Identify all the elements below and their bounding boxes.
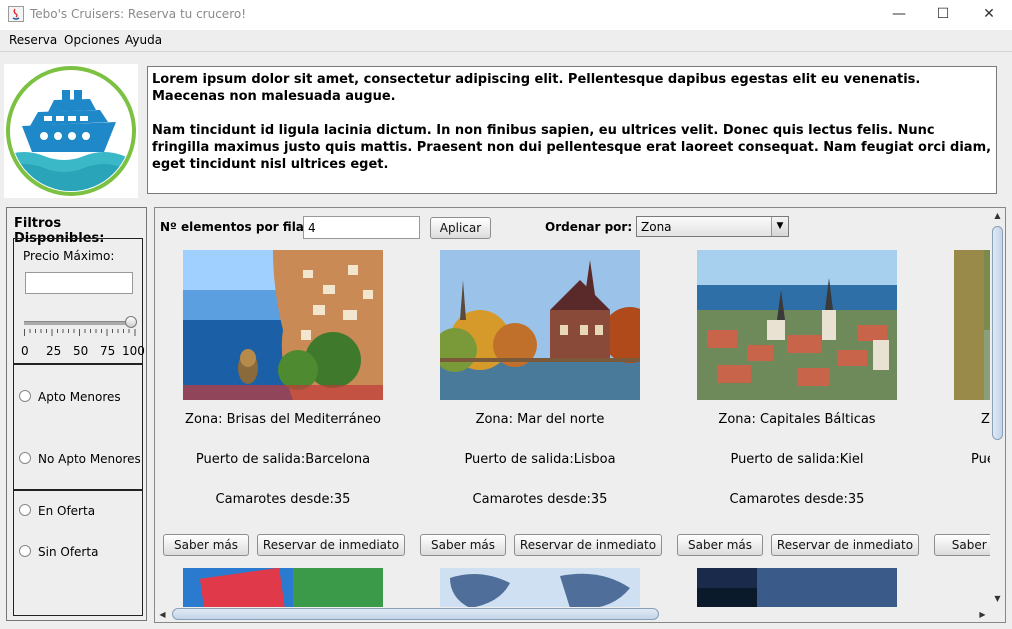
menu-reserva[interactable]: Reserva bbox=[9, 33, 57, 47]
card-cabins: Camarotes desde:35 bbox=[729, 492, 865, 507]
scroll-down-icon[interactable]: ▼ bbox=[990, 591, 1005, 606]
apto-menores-radio[interactable] bbox=[19, 390, 31, 402]
learn-more-button[interactable]: Saber más bbox=[677, 534, 763, 556]
scroll-left-icon[interactable]: ◀ bbox=[155, 607, 170, 622]
per-row-input[interactable] bbox=[303, 216, 420, 239]
card-port: Puerto de salida:Kiel bbox=[730, 452, 864, 467]
cruise-photo-mar-del-norte[interactable] bbox=[440, 250, 640, 400]
card-cabins: Camarotes desde:35 bbox=[215, 492, 351, 507]
sin-oferta-radio[interactable] bbox=[19, 545, 31, 557]
apply-button[interactable]: Aplicar bbox=[430, 217, 491, 239]
vertical-scroll-thumb[interactable] bbox=[992, 226, 1003, 440]
sort-selected-value: Zona bbox=[641, 220, 672, 234]
book-now-button[interactable]: Reservar de inmediato bbox=[257, 534, 405, 556]
title-bar: Tebo's Cruisers: Reserva tu crucero! — ☐… bbox=[0, 0, 1012, 30]
sin-oferta-label[interactable]: Sin Oferta bbox=[38, 545, 98, 559]
scroll-up-icon[interactable]: ▲ bbox=[990, 208, 1005, 223]
age-filter-box: Apto Menores No Apto Menores bbox=[13, 364, 143, 490]
apto-menores-label[interactable]: Apto Menores bbox=[38, 390, 121, 404]
slider-label-75: 75 bbox=[100, 344, 116, 358]
menu-opciones[interactable]: Opciones bbox=[64, 33, 120, 47]
price-slider-thumb[interactable] bbox=[125, 316, 137, 328]
slider-label-100: 100 bbox=[122, 344, 145, 358]
cruise-catalog-panel: Nº elementos por fila Aplicar Ordenar po… bbox=[154, 207, 1006, 623]
book-now-button[interactable]: Reservar de inmediato bbox=[514, 534, 662, 556]
cruise-photo-capitales-balticas[interactable] bbox=[697, 250, 897, 400]
no-apto-menores-radio[interactable] bbox=[19, 452, 31, 464]
description-paragraph-2: Nam tincidunt id ligula lacinia dictum. … bbox=[152, 123, 992, 172]
scroll-right-icon[interactable]: ▶ bbox=[975, 607, 990, 622]
horizontal-scrollbar[interactable]: ◀ ▶ bbox=[155, 607, 990, 622]
window-title: Tebo's Cruisers: Reserva tu crucero! bbox=[30, 7, 247, 21]
en-oferta-radio[interactable] bbox=[19, 504, 31, 516]
price-label: Precio Máximo: bbox=[23, 249, 115, 263]
card-port: Puerto de salida:Lisboa bbox=[464, 452, 616, 467]
menu-bar: Reserva Opciones Ayuda bbox=[0, 30, 1012, 52]
cruise-ship-logo-icon bbox=[6, 66, 136, 196]
maximize-button[interactable]: ☐ bbox=[920, 0, 966, 30]
no-apto-menores-label[interactable]: No Apto Menores bbox=[38, 452, 141, 466]
card-zone: Zona: Mar del norte bbox=[475, 412, 605, 427]
slider-label-50: 50 bbox=[73, 344, 89, 358]
sort-dropdown[interactable]: Zona ▼ bbox=[636, 216, 789, 237]
description-paragraph-1: Lorem ipsum dolor sit amet, consectetur … bbox=[152, 72, 921, 104]
horizontal-scroll-thumb[interactable] bbox=[172, 608, 659, 620]
description-text-area[interactable]: Lorem ipsum dolor sit amet, consectetur … bbox=[147, 66, 997, 194]
sort-label: Ordenar por: bbox=[545, 220, 633, 234]
slider-label-0: 0 bbox=[21, 344, 29, 358]
company-logo bbox=[4, 64, 138, 198]
vertical-scrollbar[interactable]: ▲ ▼ bbox=[990, 208, 1005, 606]
close-button[interactable]: ✕ bbox=[966, 0, 1012, 30]
max-price-input[interactable] bbox=[25, 272, 133, 294]
cruise-card: Zona: Capitales Bálticas Puerto de salid… bbox=[677, 250, 932, 560]
card-zone: Zona: Brisas del Mediterráneo bbox=[185, 412, 381, 427]
java-app-icon bbox=[8, 6, 24, 22]
card-cabins: Camarotes desde:35 bbox=[472, 492, 608, 507]
learn-more-button[interactable]: Saber más bbox=[420, 534, 506, 556]
per-row-label: Nº elementos por fila bbox=[160, 220, 304, 234]
card-port: Puerto de salida:Barcelona bbox=[195, 452, 371, 467]
menu-ayuda[interactable]: Ayuda bbox=[125, 33, 162, 47]
cruise-card: Zona: Brisas del Mediterráneo Puerto de … bbox=[163, 250, 418, 560]
book-now-button[interactable]: Reservar de inmediato bbox=[771, 534, 919, 556]
cruise-card: Zona: Mar del norte Puerto de salida:Lis… bbox=[420, 250, 675, 560]
slider-tick-marks bbox=[24, 329, 136, 336]
cruise-photo-mediterraneo[interactable] bbox=[183, 250, 383, 400]
slider-label-25: 25 bbox=[46, 344, 62, 358]
offer-filter-box: En Oferta Sin Oferta bbox=[13, 490, 143, 616]
price-filter-box: Precio Máximo: 0 25 50 75 100 bbox=[13, 238, 145, 364]
price-slider-track[interactable] bbox=[24, 321, 136, 325]
chevron-down-icon[interactable]: ▼ bbox=[771, 217, 788, 236]
learn-more-button[interactable]: Saber más bbox=[163, 534, 249, 556]
filters-panel: Filtros Disponibles: Precio Máximo: 0 25… bbox=[6, 207, 147, 621]
card-zone: Zona: Capitales Bálticas bbox=[718, 412, 876, 427]
en-oferta-label[interactable]: En Oferta bbox=[38, 504, 95, 518]
minimize-button[interactable]: — bbox=[876, 0, 922, 30]
